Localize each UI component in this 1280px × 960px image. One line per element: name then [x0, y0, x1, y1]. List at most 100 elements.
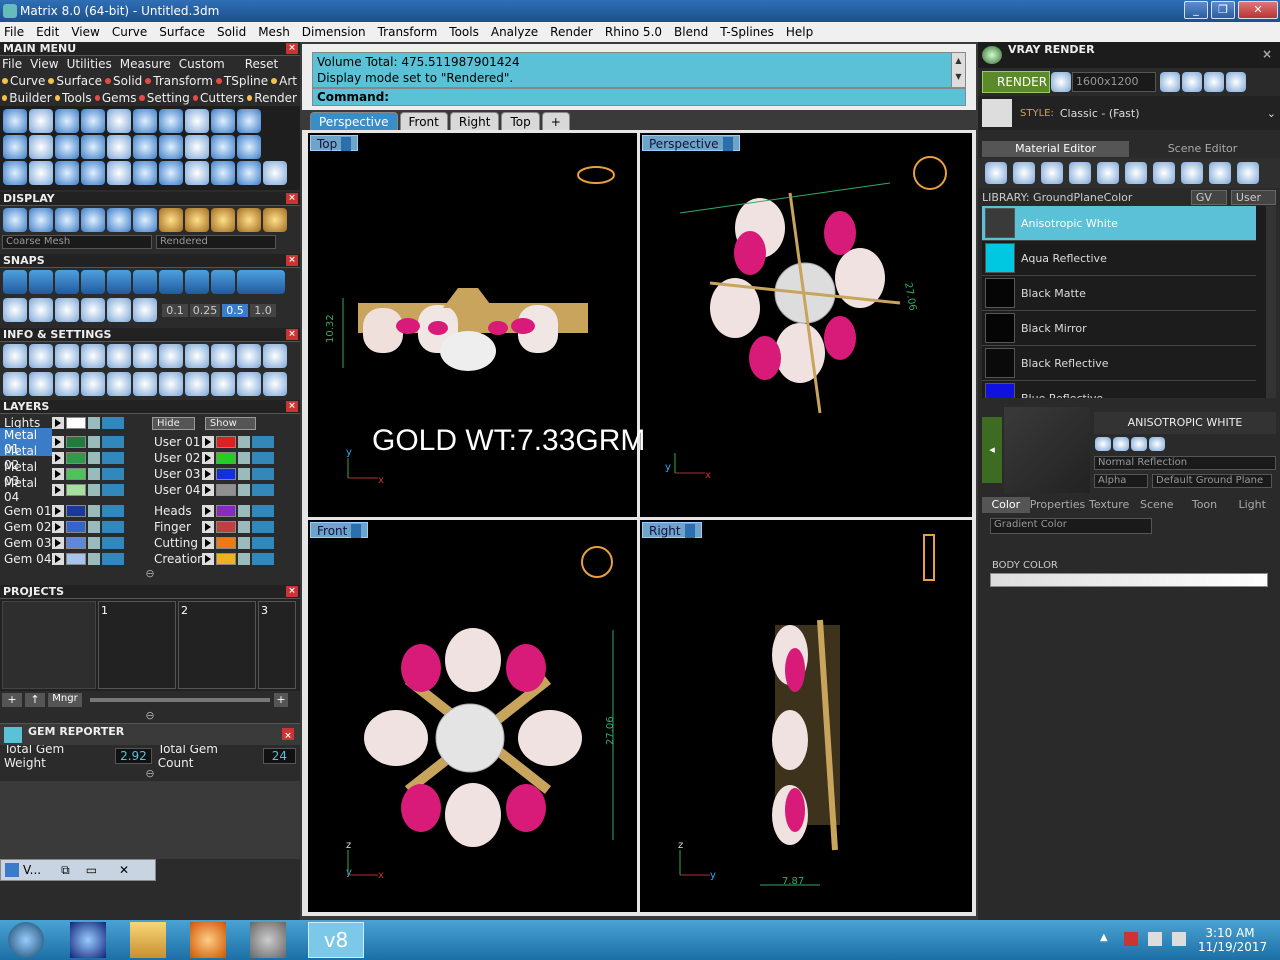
layer-color-swatch[interactable] [66, 505, 86, 517]
gem-tool-icon[interactable] [55, 109, 79, 133]
material-3-icon[interactable] [211, 208, 235, 232]
sphere-shaded-icon[interactable] [55, 208, 79, 232]
layer-arrow-icon[interactable] [52, 484, 64, 496]
layers-icon[interactable] [55, 344, 79, 368]
view-tab-right[interactable]: Right [449, 112, 500, 130]
layer-visibility-icon[interactable] [102, 537, 124, 549]
cutter-tool-icon[interactable] [55, 135, 79, 159]
render-button[interactable]: RENDER [982, 71, 1050, 93]
filter-4-icon[interactable] [263, 344, 287, 368]
layer-visibility-icon[interactable] [252, 452, 274, 464]
layer-visibility-icon[interactable] [102, 452, 124, 464]
style-value[interactable]: Classic - (Fast) [1060, 107, 1140, 120]
snap-pen-icon[interactable] [133, 298, 157, 322]
layer-lock-icon[interactable] [238, 452, 250, 464]
mm-file[interactable]: File [2, 57, 22, 71]
surface-tool-icon[interactable] [3, 135, 27, 159]
mm-tools[interactable]: Tools [62, 91, 92, 105]
material-2-icon[interactable] [185, 208, 209, 232]
cube-icon[interactable] [81, 344, 105, 368]
material-item[interactable]: Anisotropic White [982, 206, 1256, 241]
sphere-icon[interactable] [1041, 162, 1063, 184]
material-item[interactable]: Blue Reflective [982, 381, 1256, 398]
grid-icon[interactable] [1226, 72, 1246, 92]
close-button[interactable]: ✕ [1238, 1, 1278, 19]
snaps-close-icon[interactable]: × [286, 255, 298, 266]
layer-row[interactable]: User 04 [150, 482, 300, 498]
mm-surface[interactable]: Surface [56, 74, 102, 88]
layer-color-swatch[interactable] [216, 452, 236, 464]
reflection-select[interactable]: Normal Reflection [1094, 456, 1276, 470]
render-settings-icon[interactable] [1051, 72, 1071, 92]
layer-color-swatch[interactable] [216, 553, 236, 565]
menu-tools[interactable]: Tools [449, 25, 479, 39]
filter-3-icon[interactable] [237, 344, 261, 368]
report-icon[interactable] [159, 372, 183, 396]
minimize-button[interactable]: _ [1184, 1, 1208, 19]
sweep-tool-icon[interactable] [133, 161, 157, 185]
minimized-restore-icon[interactable]: ⧉ [61, 863, 70, 878]
cluster-tool-icon[interactable] [107, 109, 131, 133]
mat-icon-c[interactable] [1131, 437, 1147, 451]
frame-icon[interactable] [1182, 72, 1202, 92]
layer-color-swatch[interactable] [66, 553, 86, 565]
layer-lock-icon[interactable] [238, 553, 250, 565]
material-4-icon[interactable] [237, 208, 261, 232]
copy-tool-icon[interactable] [211, 161, 235, 185]
lights-lock-icon[interactable] [88, 417, 100, 429]
bead-tool-icon[interactable] [237, 135, 261, 159]
layer-visibility-icon[interactable] [102, 468, 124, 480]
gem-reporter-close-icon[interactable]: × [282, 728, 294, 741]
tab-scene-editor[interactable]: Scene Editor [1129, 141, 1276, 157]
layer-lock-icon[interactable] [238, 505, 250, 517]
list-icon[interactable] [1204, 72, 1224, 92]
layer-row[interactable]: Metal 04 [0, 476, 150, 504]
monitor-icon[interactable] [29, 372, 53, 396]
snap-int-icon[interactable] [133, 270, 157, 294]
media-icon[interactable] [190, 922, 226, 958]
menu-render[interactable]: Render [550, 25, 593, 39]
viewport-right[interactable]: Right 7.87 z y [640, 520, 972, 912]
loft-tool-icon[interactable] [55, 161, 79, 185]
move-1-icon[interactable] [185, 372, 209, 396]
layer-lock-icon[interactable] [88, 484, 100, 496]
mm-measure[interactable]: Measure [120, 57, 171, 71]
filter-2-icon[interactable] [211, 344, 235, 368]
cube-box-icon[interactable] [55, 372, 79, 396]
box-icon[interactable] [1069, 162, 1091, 184]
menu-surface[interactable]: Surface [159, 25, 205, 39]
snap-diag-icon[interactable] [81, 298, 105, 322]
layer-visibility-icon[interactable] [252, 436, 274, 448]
snap-box-icon[interactable] [29, 298, 53, 322]
lights-arrow-icon[interactable] [52, 417, 64, 429]
maximize-button[interactable]: ❐ [1211, 1, 1235, 19]
mm-solid[interactable]: Solid [113, 74, 142, 88]
arc-tool-icon[interactable] [29, 161, 53, 185]
doc-icon[interactable] [107, 344, 131, 368]
layer-visibility-icon[interactable] [102, 553, 124, 565]
start-button[interactable] [8, 922, 44, 958]
viewport-front[interactable]: Front 27.06 z y x [308, 520, 637, 912]
layer-row[interactable]: Creation [150, 551, 300, 567]
layer-lock-icon[interactable] [88, 505, 100, 517]
mm-art[interactable]: Art [279, 74, 297, 88]
profile-tool-icon[interactable] [81, 135, 105, 159]
prong-tool-icon[interactable] [185, 109, 209, 133]
view-tab-add[interactable]: + [541, 112, 570, 130]
prop-tab-color[interactable]: Color [982, 497, 1030, 513]
folder-icon[interactable] [130, 922, 166, 958]
layer-lock-icon[interactable] [88, 452, 100, 464]
light-bulb-icon[interactable] [985, 162, 1007, 184]
frame-view-icon[interactable] [133, 208, 157, 232]
preview-toggle-icon[interactable]: ◂ [982, 417, 1002, 483]
grid-icon[interactable] [1153, 162, 1175, 184]
layer-lock-icon[interactable] [238, 468, 250, 480]
layer-arrow-icon[interactable] [202, 484, 214, 496]
project-slot-3[interactable]: 3 [258, 601, 296, 689]
layer-arrow-icon[interactable] [52, 468, 64, 480]
hide-button[interactable]: Hide [152, 416, 195, 430]
prev-icon[interactable] [1160, 72, 1180, 92]
display-close-icon[interactable]: × [286, 193, 298, 204]
mm-curve[interactable]: Curve [10, 74, 45, 88]
user-toggle[interactable]: User [1230, 189, 1276, 205]
